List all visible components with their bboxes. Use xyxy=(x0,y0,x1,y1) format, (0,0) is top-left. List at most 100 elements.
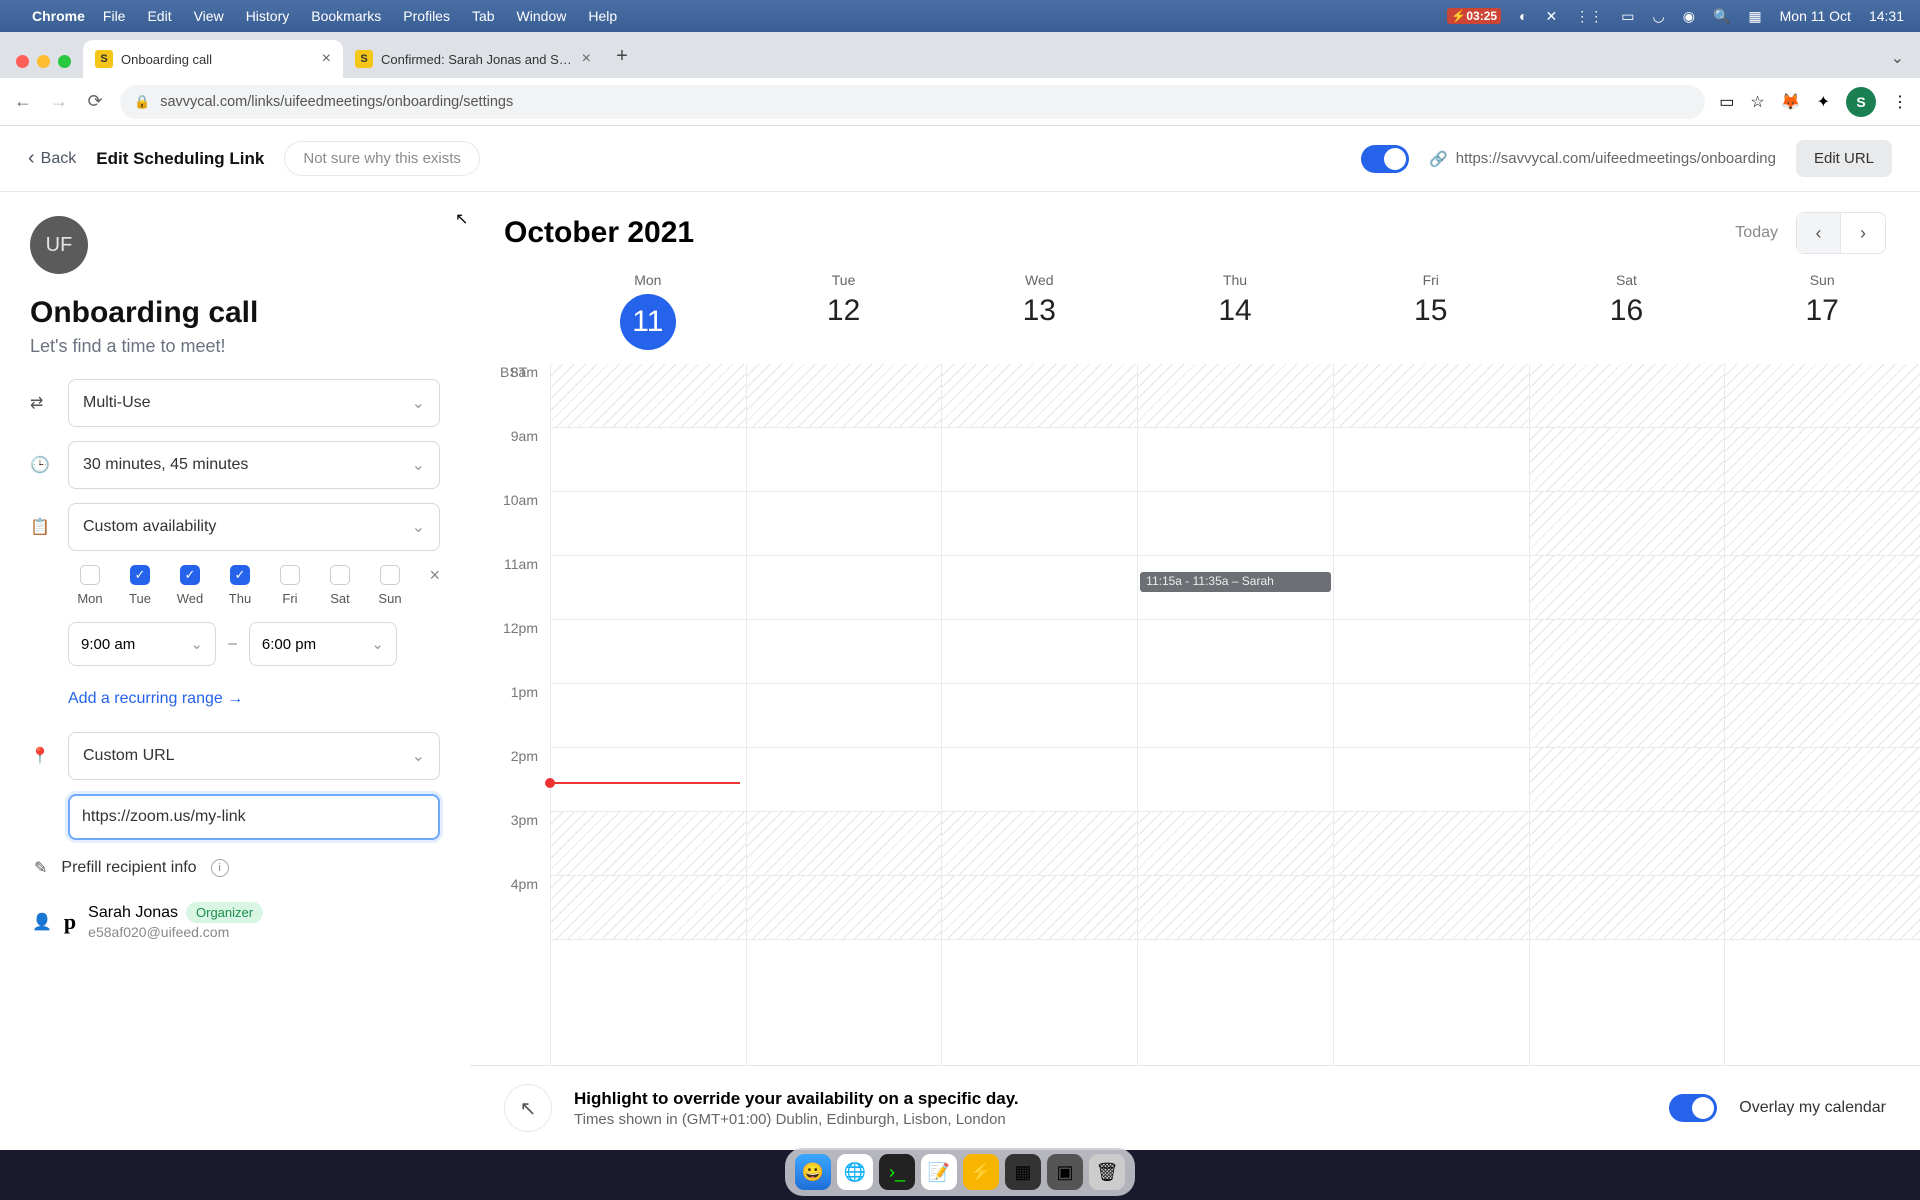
day-header[interactable]: Mon11 xyxy=(550,264,746,364)
dock-app-icon[interactable]: ▣ xyxy=(1047,1154,1083,1190)
menu-view[interactable]: View xyxy=(194,8,224,24)
checkbox[interactable] xyxy=(330,565,350,585)
day-header[interactable]: Tue12 xyxy=(746,264,942,364)
time-slot[interactable] xyxy=(551,812,746,876)
availability-select[interactable]: Custom availability ⌄ xyxy=(68,503,440,551)
dock-finder-icon[interactable]: 😀 xyxy=(795,1154,831,1190)
time-slot[interactable] xyxy=(1334,428,1529,492)
time-slot[interactable] xyxy=(1530,492,1725,556)
time-slot[interactable] xyxy=(1138,364,1333,428)
time-slot[interactable] xyxy=(747,684,942,748)
battery-icon[interactable]: ▭ xyxy=(1621,8,1634,25)
weekday-fri[interactable]: Fri xyxy=(268,565,312,606)
close-tab-icon[interactable]: × xyxy=(322,50,331,68)
calendar-event[interactable]: 11:15a - 11:35a – Sarah xyxy=(1140,572,1331,592)
browser-tab-active[interactable]: S Onboarding call × xyxy=(83,40,343,78)
menubar-date[interactable]: Mon 11 Oct xyxy=(1780,8,1851,24)
checkbox[interactable] xyxy=(280,565,300,585)
time-slot[interactable] xyxy=(1334,492,1529,556)
time-slot[interactable] xyxy=(942,556,1137,620)
spotlight-icon[interactable]: 🔍 xyxy=(1713,8,1730,25)
time-slot[interactable] xyxy=(747,748,942,812)
dock-app-icon[interactable]: ⚡ xyxy=(963,1154,999,1190)
profile-avatar[interactable]: S xyxy=(1846,87,1876,117)
reload-button[interactable]: ⟳ xyxy=(84,91,106,112)
day-column[interactable] xyxy=(746,364,942,1065)
battery-status[interactable]: ⚡03:25 xyxy=(1447,8,1501,24)
menu-window[interactable]: Window xyxy=(517,8,567,24)
time-slot[interactable] xyxy=(1725,684,1920,748)
address-bar[interactable]: 🔒 savvycal.com/links/uifeedmeetings/onbo… xyxy=(120,85,1705,119)
time-slot[interactable] xyxy=(1725,428,1920,492)
checkbox[interactable]: ✓ xyxy=(130,565,150,585)
status-icon[interactable]: ◐ xyxy=(1519,8,1527,24)
location-type-select[interactable]: Custom URL ⌄ xyxy=(68,732,440,780)
tab-overflow-icon[interactable]: ⌄ xyxy=(1891,48,1904,68)
dock-chrome-icon[interactable]: 🌐 xyxy=(837,1154,873,1190)
time-slot[interactable] xyxy=(1334,684,1529,748)
day-column[interactable] xyxy=(941,364,1137,1065)
time-slot[interactable] xyxy=(1725,492,1920,556)
time-slot[interactable] xyxy=(1530,876,1725,940)
weekday-wed[interactable]: ✓Wed xyxy=(168,565,212,606)
menu-bookmarks[interactable]: Bookmarks xyxy=(311,8,381,24)
weekday-tue[interactable]: ✓Tue xyxy=(118,565,162,606)
time-slot[interactable] xyxy=(551,428,746,492)
kebab-menu-icon[interactable]: ⋮ xyxy=(1892,92,1908,112)
time-slot[interactable] xyxy=(1334,556,1529,620)
location-url-input[interactable] xyxy=(68,794,440,840)
info-icon[interactable]: i xyxy=(211,859,229,877)
checkbox[interactable] xyxy=(380,565,400,585)
time-slot[interactable] xyxy=(551,748,746,812)
time-slot[interactable] xyxy=(551,684,746,748)
back-browser-button[interactable]: ← xyxy=(12,91,34,112)
day-column[interactable] xyxy=(1529,364,1725,1065)
menu-help[interactable]: Help xyxy=(588,8,617,24)
time-slot[interactable] xyxy=(1530,428,1725,492)
time-slot[interactable] xyxy=(747,428,942,492)
time-slot[interactable] xyxy=(551,876,746,940)
time-slot[interactable] xyxy=(1334,620,1529,684)
dock-trash-icon[interactable]: 🗑 xyxy=(1089,1154,1125,1190)
time-slot[interactable] xyxy=(747,492,942,556)
time-slot[interactable] xyxy=(1725,812,1920,876)
start-time-select[interactable]: 9:00 am⌄ xyxy=(68,622,216,666)
time-slot[interactable] xyxy=(1138,492,1333,556)
weekday-sun[interactable]: Sun xyxy=(368,565,412,606)
time-slot[interactable] xyxy=(942,876,1137,940)
time-slot[interactable] xyxy=(551,556,746,620)
time-slot[interactable] xyxy=(1530,620,1725,684)
dock-terminal-icon[interactable]: ›_ xyxy=(879,1154,915,1190)
overlay-calendar-toggle[interactable] xyxy=(1669,1094,1717,1122)
time-slot[interactable] xyxy=(942,748,1137,812)
time-slot[interactable] xyxy=(1138,876,1333,940)
control-center-icon[interactable]: ◉ xyxy=(1683,8,1695,25)
prev-week-button[interactable]: ‹ xyxy=(1797,213,1841,253)
time-slot[interactable] xyxy=(942,620,1137,684)
time-slot[interactable] xyxy=(942,684,1137,748)
time-slot[interactable] xyxy=(942,428,1137,492)
maximize-window-button[interactable] xyxy=(58,55,71,68)
status-icon[interactable]: ⋮⋮ xyxy=(1575,8,1603,25)
time-slot[interactable] xyxy=(1530,812,1725,876)
star-icon[interactable]: ☆ xyxy=(1750,92,1764,112)
menu-profiles[interactable]: Profiles xyxy=(403,8,450,24)
forward-browser-button[interactable]: → xyxy=(48,91,70,112)
link-type-select[interactable]: Multi-Use ⌄ xyxy=(68,379,440,427)
time-slot[interactable] xyxy=(1138,428,1333,492)
time-slot[interactable] xyxy=(747,812,942,876)
extension-metamask-icon[interactable]: 🦊 xyxy=(1781,92,1801,112)
time-slot[interactable] xyxy=(1334,748,1529,812)
time-slot[interactable] xyxy=(1334,812,1529,876)
time-slot[interactable] xyxy=(942,492,1137,556)
time-slot[interactable] xyxy=(1138,684,1333,748)
time-slot[interactable] xyxy=(1530,556,1725,620)
extensions-icon[interactable]: ✦ xyxy=(1817,92,1830,112)
time-slot[interactable] xyxy=(1725,364,1920,428)
wifi-icon[interactable]: ◡ xyxy=(1653,8,1665,25)
time-slot[interactable] xyxy=(747,364,942,428)
close-window-button[interactable] xyxy=(16,55,29,68)
time-slot[interactable] xyxy=(1530,748,1725,812)
link-name-input[interactable]: Not sure why this exists xyxy=(284,141,480,176)
dock-app-icon[interactable]: ▦ xyxy=(1005,1154,1041,1190)
